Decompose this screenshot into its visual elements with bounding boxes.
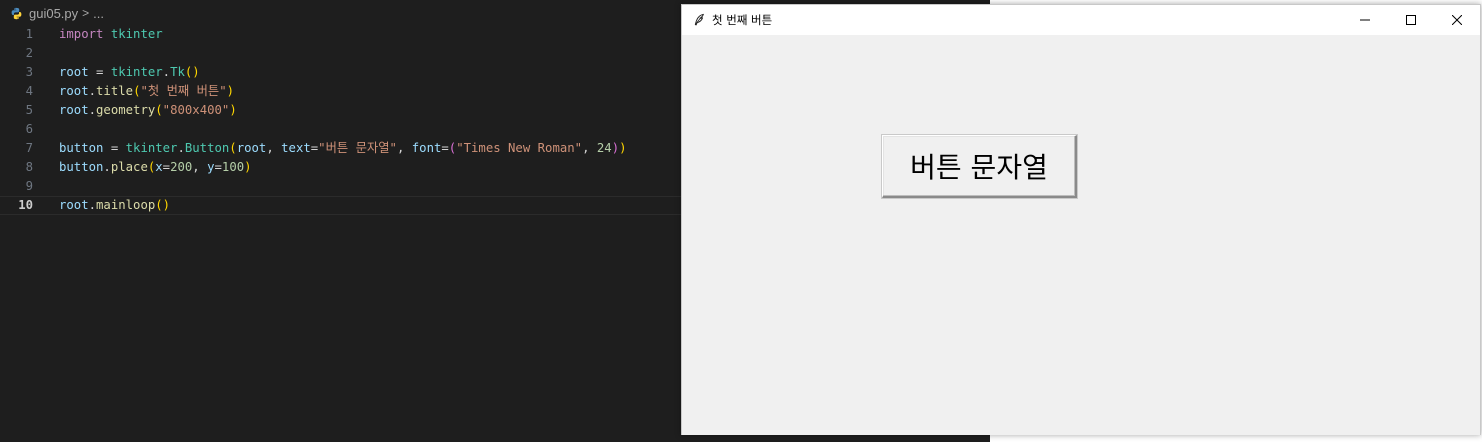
code-token: Tk <box>170 65 185 79</box>
line-number: 2 <box>25 46 33 60</box>
code-token: 24 <box>596 141 612 155</box>
code-token: root <box>59 198 89 212</box>
code-token: import <box>59 27 104 41</box>
code-token: ) <box>619 141 627 155</box>
code-token: . <box>88 198 97 212</box>
window-titlebar[interactable]: 첫 번째 버튼 <box>682 5 1480 35</box>
code-token: "버튼 문자열" <box>318 141 397 155</box>
python-file-icon <box>11 7 22 19</box>
code-token: root <box>59 65 89 79</box>
code-token: = <box>214 160 222 174</box>
code-token: x <box>155 160 163 174</box>
code-token: "800x400" <box>162 103 230 117</box>
code-token: ) <box>611 141 620 155</box>
code-token: 200 <box>170 160 193 174</box>
code-token: , <box>396 141 412 155</box>
breadcrumb-trail[interactable]: ... <box>93 6 104 21</box>
code-token: tkinter <box>125 141 178 155</box>
code-token: () <box>155 198 171 212</box>
code-token: root <box>236 141 267 155</box>
code-token: = <box>88 65 111 79</box>
code-token: ) <box>226 84 235 98</box>
code-token: tkinter <box>110 65 163 79</box>
code-token: y <box>207 160 215 174</box>
code-token: tkinter <box>110 27 163 41</box>
maximize-button[interactable] <box>1388 5 1434 35</box>
code-token: , <box>582 141 597 155</box>
code-token: . <box>88 103 97 117</box>
code-token: , <box>192 160 208 174</box>
code-token: font <box>411 141 442 155</box>
breadcrumb-separator: > <box>82 6 90 20</box>
window-client-area: 버튼 문자열 <box>682 35 1480 435</box>
code-token: ( <box>155 103 163 117</box>
code-token: () <box>184 65 200 79</box>
line-source[interactable]: button = tkinter.Button(root, text = "버튼 문… <box>59 139 627 158</box>
code-token: . <box>103 160 111 174</box>
code-token: button <box>59 141 104 155</box>
code-token: root <box>59 103 89 117</box>
breadcrumb-file[interactable]: gui05.py <box>29 6 78 21</box>
line-number: 9 <box>25 179 33 193</box>
line-number: 6 <box>25 122 33 136</box>
desktop: gui05.py > ... 1 import tkinter 2 3 root = t… <box>0 0 1482 442</box>
line-source[interactable]: button.place(x=200, y=100) <box>59 158 252 177</box>
code-token: = <box>441 141 449 155</box>
line-source[interactable]: root.title("첫 번째 버튼") <box>59 82 234 101</box>
code-token: ( <box>229 141 237 155</box>
line-source[interactable]: root.geometry("800x400") <box>59 101 237 120</box>
code-token: "첫 번째 버튼" <box>140 84 227 98</box>
code-token: . <box>88 84 97 98</box>
line-number: 5 <box>25 103 33 117</box>
minimize-button[interactable] <box>1342 5 1388 35</box>
code-token: title <box>96 84 134 98</box>
window-title: 첫 번째 버튼 <box>712 13 773 27</box>
code-token: = <box>162 160 171 174</box>
code-token: , <box>266 141 282 155</box>
code-token: . <box>177 141 185 155</box>
code-token: place <box>110 160 148 174</box>
code-token: text <box>281 141 311 155</box>
code-token: 100 <box>221 160 245 174</box>
line-source[interactable]: import tkinter <box>59 25 163 44</box>
code-token: mainloop <box>96 198 156 212</box>
tk-feather-icon <box>694 13 704 26</box>
code-token: Button <box>184 141 230 155</box>
line-number: 8 <box>25 160 33 174</box>
line-source[interactable]: root = tkinter.Tk() <box>59 63 200 82</box>
code-token: geometry <box>96 103 156 117</box>
line-number: 4 <box>25 84 33 98</box>
line-number: 10 <box>18 198 33 212</box>
code-token: = <box>103 141 126 155</box>
code-token: ) <box>229 103 237 117</box>
line-source[interactable]: root.mainloop() <box>59 197 170 214</box>
line-number: 7 <box>25 141 33 155</box>
code-token: . <box>162 65 171 79</box>
close-icon <box>1452 15 1462 25</box>
code-token: "Times New Roman" <box>456 141 583 155</box>
line-number: 1 <box>25 27 33 41</box>
tk-window[interactable]: 첫 번째 버튼 버튼 문자열 <box>681 4 1481 435</box>
minimize-icon <box>1360 19 1370 21</box>
close-button[interactable] <box>1434 5 1480 35</box>
maximize-icon <box>1406 15 1416 25</box>
window-controls <box>1342 5 1480 35</box>
code-token: button <box>59 160 104 174</box>
line-number: 3 <box>25 65 33 79</box>
code-token: root <box>59 84 89 98</box>
tk-button[interactable]: 버튼 문자열 <box>882 135 1077 198</box>
code-token: ) <box>244 160 252 174</box>
